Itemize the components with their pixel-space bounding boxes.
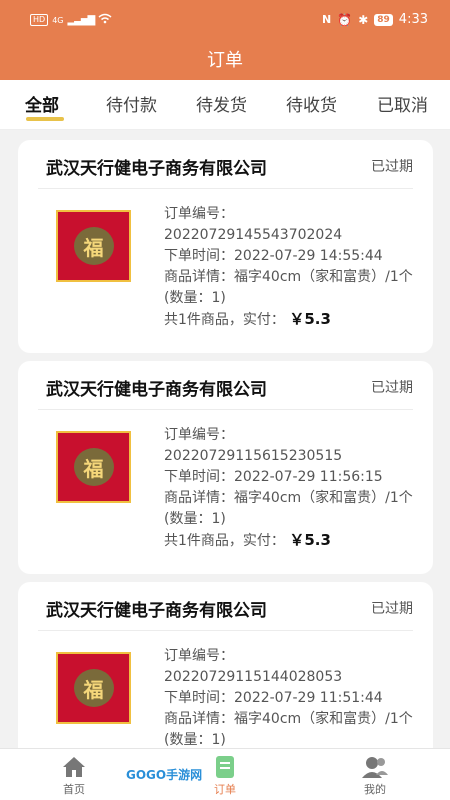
hd-indicator: HD bbox=[30, 14, 49, 26]
order-no: 20220729145543702024 bbox=[164, 227, 343, 243]
nav-home-label: 首页 bbox=[63, 783, 85, 796]
order-no: 20220729115144028053 bbox=[164, 669, 343, 685]
detail-label: 商品详情： bbox=[164, 490, 234, 506]
order-time-label: 下单时间： bbox=[164, 469, 234, 485]
product-image[interactable]: 福 bbox=[56, 431, 131, 503]
detail-label: 商品详情： bbox=[164, 269, 234, 285]
order-time-label: 下单时间： bbox=[164, 248, 234, 264]
order-price: ￥5.3 bbox=[289, 310, 331, 328]
order-time: 2022-07-29 14:55:44 bbox=[234, 248, 383, 264]
nfc-icon: N bbox=[322, 13, 332, 26]
order-summary: 共1件商品，实付： bbox=[164, 312, 285, 328]
order-icon bbox=[216, 756, 234, 778]
watermark-logo: GOGO手游网 bbox=[126, 768, 203, 782]
order-time: 2022-07-29 11:56:15 bbox=[234, 469, 383, 485]
shop-name: 武汉天行健电子商务有限公司 bbox=[46, 380, 267, 400]
order-no: 20220729115615230515 bbox=[164, 448, 343, 464]
divider bbox=[38, 630, 413, 631]
app-header: HD 4G ▂▃▅▇ N ⏰ ✱ 89 4:33 订单 bbox=[0, 0, 450, 80]
product-image[interactable]: 福 bbox=[56, 652, 131, 724]
order-status: 已过期 bbox=[371, 380, 413, 396]
status-bar: HD 4G ▂▃▅▇ N ⏰ ✱ 89 4:33 bbox=[0, 0, 450, 38]
order-info: 订单编号： 20220729145543702024 下单时间：2022-07-… bbox=[164, 204, 424, 331]
tab-all[interactable]: 全部 bbox=[25, 91, 59, 116]
alarm-icon: ⏰ bbox=[337, 12, 353, 27]
order-time: 2022-07-29 11:51:44 bbox=[234, 690, 383, 706]
fu-character-icon: 福 bbox=[73, 227, 114, 265]
tab-pending-payment[interactable]: 待付款 bbox=[106, 91, 157, 116]
fu-character-icon: 福 bbox=[73, 669, 114, 707]
order-status: 已过期 bbox=[371, 159, 413, 175]
fu-character-icon: 福 bbox=[73, 448, 114, 486]
active-tab-indicator bbox=[26, 117, 64, 121]
divider bbox=[38, 409, 413, 410]
order-card[interactable]: 武汉天行健电子商务有限公司 已过期 福 订单编号： 20220729115615… bbox=[18, 361, 433, 574]
order-time-label: 下单时间： bbox=[164, 690, 234, 706]
order-no-label: 订单编号： bbox=[164, 648, 234, 664]
network-type: 4G bbox=[52, 15, 64, 25]
product-image[interactable]: 福 bbox=[56, 210, 131, 282]
nav-mine[interactable]: 我的 bbox=[345, 755, 405, 797]
order-info: 订单编号： 20220729115615230515 下单时间：2022-07-… bbox=[164, 425, 424, 552]
nav-home[interactable]: 首页 bbox=[44, 755, 104, 797]
detail-label: 商品详情： bbox=[164, 711, 234, 727]
order-status: 已过期 bbox=[371, 601, 413, 617]
battery-icon: 89 bbox=[374, 13, 393, 26]
home-icon bbox=[63, 757, 85, 777]
nav-orders-label: 订单 bbox=[214, 783, 236, 796]
order-card[interactable]: 武汉天行健电子商务有限公司 已过期 福 订单编号： 20220729145543… bbox=[18, 140, 433, 353]
tab-pending-shipment[interactable]: 待发货 bbox=[196, 91, 247, 116]
tab-pending-receipt[interactable]: 待收货 bbox=[286, 91, 337, 116]
order-summary: 共1件商品，实付： bbox=[164, 533, 285, 549]
order-tabs: 全部 待付款 待发货 待收货 已取消 bbox=[0, 80, 450, 130]
nav-orders[interactable]: 订单 bbox=[195, 755, 255, 797]
signal-icon: ▂▃▅▇ bbox=[67, 14, 95, 26]
bottom-nav: 首页 订单 我的 bbox=[0, 748, 450, 800]
clock: 4:33 bbox=[398, 12, 428, 27]
order-no-label: 订单编号： bbox=[164, 427, 234, 443]
order-price: ￥5.3 bbox=[289, 531, 331, 549]
shop-name: 武汉天行健电子商务有限公司 bbox=[46, 159, 267, 179]
user-icon bbox=[362, 757, 388, 778]
bluetooth-icon: ✱ bbox=[358, 12, 369, 27]
shop-name: 武汉天行健电子商务有限公司 bbox=[46, 601, 267, 621]
nav-mine-label: 我的 bbox=[364, 783, 386, 796]
order-no-label: 订单编号： bbox=[164, 206, 234, 222]
divider bbox=[38, 188, 413, 189]
wifi-icon bbox=[98, 13, 112, 27]
tab-cancelled[interactable]: 已取消 bbox=[377, 91, 428, 116]
order-info: 订单编号： 20220729115144028053 下单时间：2022-07-… bbox=[164, 646, 424, 751]
page-title: 订单 bbox=[207, 50, 243, 71]
